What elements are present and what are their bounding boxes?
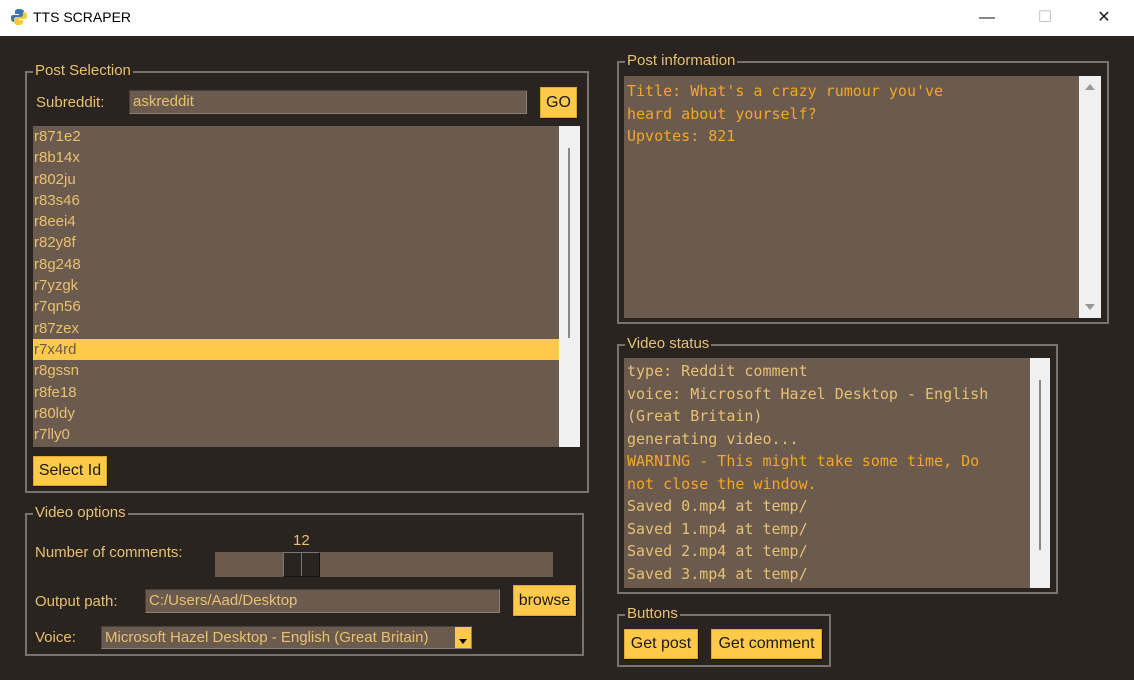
get-post-button[interactable]: Get post: [624, 629, 698, 659]
scrollbar-thumb[interactable]: [1039, 380, 1041, 550]
list-item[interactable]: r80ldy: [33, 403, 559, 424]
status-line: Saved 2.mp4 at temp/: [627, 542, 808, 560]
post-selection-legend: Post Selection: [33, 62, 133, 79]
scroll-down-icon[interactable]: [1085, 304, 1095, 310]
status-line: generating video...: [627, 429, 799, 448]
title-bar: TTS SCRAPER — ☐ ✕: [0, 0, 1134, 36]
python-logo-icon: [11, 9, 27, 25]
voice-select[interactable]: Microsoft Hazel Desktop - English (Great…: [101, 626, 472, 649]
list-item[interactable]: r802ju: [33, 169, 559, 190]
window-title: TTS SCRAPER: [33, 9, 132, 25]
status-line: WARNING - This might take some time, Do: [627, 452, 980, 470]
output-path-label: Output path:: [35, 593, 118, 610]
select-id-button[interactable]: Select Id: [33, 456, 107, 486]
status-line: Saved 1.mp4 at temp/: [627, 519, 808, 538]
post-information-text: Title: What's a crazy rumour you've hear…: [624, 76, 1079, 318]
chevron-down-icon[interactable]: [455, 627, 471, 648]
minimize-button[interactable]: —: [975, 6, 999, 30]
scroll-up-icon[interactable]: [1085, 84, 1095, 90]
list-item[interactable]: r8eei4: [33, 211, 559, 232]
listbox-scrollbar[interactable]: [559, 126, 580, 447]
buttons-legend: Buttons: [625, 605, 680, 622]
list-item[interactable]: r83s46: [33, 190, 559, 211]
scrollbar-thumb[interactable]: [568, 148, 570, 338]
status-line: (Great Britain): [627, 407, 763, 425]
video-status-legend: Video status: [625, 335, 712, 352]
browse-button[interactable]: browse: [513, 585, 576, 616]
list-item[interactable]: r87zex: [33, 318, 559, 339]
maximize-button[interactable]: ☐: [1033, 6, 1057, 30]
list-item[interactable]: r8gssn: [33, 360, 559, 381]
post-info-scrollbar[interactable]: [1079, 76, 1101, 318]
voice-label: Voice:: [35, 629, 76, 646]
status-line: Saved 0.mp4 at temp/: [627, 497, 808, 515]
list-item[interactable]: r871e2: [33, 126, 559, 147]
close-button[interactable]: ✕: [1092, 6, 1116, 30]
list-item[interactable]: r82y8f: [33, 232, 559, 253]
post-info-line: Title: What's a crazy rumour you've: [627, 82, 944, 100]
list-item[interactable]: r7qn56: [33, 296, 559, 317]
comments-slider[interactable]: [215, 552, 553, 577]
get-comment-button[interactable]: Get comment: [711, 629, 822, 659]
list-item[interactable]: r7lly0: [33, 424, 559, 445]
list-item[interactable]: r8g248: [33, 254, 559, 275]
list-item[interactable]: r8fe18: [33, 382, 559, 403]
video-options-legend: Video options: [33, 504, 128, 521]
output-path-input[interactable]: C:/Users/Aad/Desktop: [145, 589, 500, 613]
list-item[interactable]: r7x4rd: [33, 338, 559, 361]
subreddit-input[interactable]: askreddit: [129, 90, 527, 114]
comments-value: 12: [293, 532, 310, 549]
status-line: not close the window.: [627, 474, 817, 493]
list-item[interactable]: r7yzgk: [33, 275, 559, 296]
post-id-listbox[interactable]: r871e2 r8b14x r802ju r83s46 r8eei4 r82y8f r8g2…: [33, 126, 559, 447]
post-information-legend: Post information: [625, 52, 738, 69]
post-info-line: Upvotes: 821: [627, 127, 736, 145]
post-info-line: heard about yourself?: [627, 104, 817, 123]
comments-label: Number of comments:: [35, 544, 183, 561]
go-button[interactable]: GO: [540, 87, 577, 118]
video-status-log: type: Reddit comment voice: Microsoft Haz…: [624, 358, 1030, 588]
status-line: voice: Microsoft Hazel Desktop - English: [627, 384, 989, 403]
subreddit-label: Subreddit:: [36, 94, 105, 111]
slider-thumb[interactable]: [283, 552, 320, 577]
list-item[interactable]: r8b14x: [33, 147, 559, 168]
video-status-scrollbar[interactable]: [1030, 358, 1050, 588]
status-line: Saved 3.mp4 at temp/: [627, 564, 808, 583]
status-line: type: Reddit comment: [627, 362, 808, 380]
